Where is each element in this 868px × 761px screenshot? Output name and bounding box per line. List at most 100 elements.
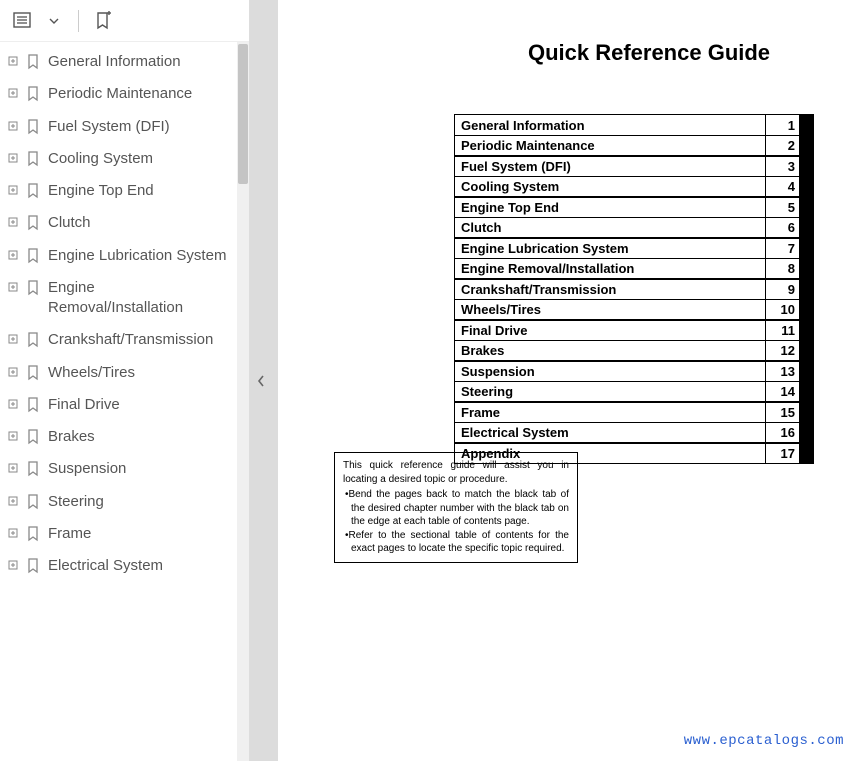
bookmark-icon [26, 248, 42, 264]
toc-row: Engine Removal/Installation8 [454, 258, 814, 280]
outline-item[interactable]: Suspension [4, 453, 249, 485]
bookmark-icon [26, 215, 42, 231]
outline-scrollbar[interactable] [237, 42, 249, 761]
outline-item-label: Fuel System (DFI) [48, 117, 231, 137]
toc-row: Suspension13 [454, 360, 814, 382]
outline-item[interactable]: Electrical System [4, 550, 249, 582]
toc-chapter-name: Wheels/Tires [455, 300, 765, 320]
collapse-left-icon[interactable] [256, 374, 266, 388]
sidebar-toolbar [0, 0, 249, 42]
expand-icon[interactable] [8, 431, 20, 441]
outline-item[interactable]: Clutch [4, 207, 249, 239]
toc-chapter-number: 9 [765, 279, 799, 299]
quick-reference-toc: General Information1Periodic Maintenance… [454, 114, 814, 464]
toc-chapter-number: 17 [765, 443, 799, 463]
toc-chapter-name: Final Drive [455, 320, 765, 340]
toc-black-tab [799, 218, 813, 238]
expand-icon[interactable] [8, 153, 20, 163]
toc-chapter-number: 14 [765, 382, 799, 402]
outline-item[interactable]: Engine Lubrication System [4, 240, 249, 272]
toc-black-tab [799, 443, 813, 463]
toc-chapter-number: 16 [765, 423, 799, 443]
outline-list: General Information Periodic Maintenance F… [0, 42, 249, 586]
expand-icon[interactable] [8, 528, 20, 538]
toc-row: General Information1 [454, 114, 814, 136]
expand-icon[interactable] [8, 367, 20, 377]
outline-item[interactable]: Cooling System [4, 143, 249, 175]
document-page: Quick Reference Guide General Informatio… [278, 0, 868, 761]
toc-chapter-number: 15 [765, 402, 799, 422]
toc-chapter-number: 8 [765, 259, 799, 279]
toc-black-tab [799, 259, 813, 279]
outline-item[interactable]: Steering [4, 486, 249, 518]
outline-item[interactable]: Periodic Maintenance [4, 78, 249, 110]
expand-icon[interactable] [8, 217, 20, 227]
toc-chapter-name: Suspension [455, 361, 765, 381]
toc-row: Engine Lubrication System7 [454, 237, 814, 259]
expand-icon[interactable] [8, 121, 20, 131]
toc-chapter-name: Engine Removal/Installation [455, 259, 765, 279]
toc-chapter-number: 1 [765, 115, 799, 135]
outline-item[interactable]: Frame [4, 518, 249, 550]
toc-row: Brakes12 [454, 340, 814, 362]
note-bullet: •Bend the pages back to match the black … [343, 488, 569, 529]
bookmarks-sidebar: General Information Periodic Maintenance F… [0, 0, 250, 761]
outline-item-label: Cooling System [48, 149, 231, 169]
bookmark-icon [26, 332, 42, 348]
outline-item-label: Final Drive [48, 395, 231, 415]
note-intro: This quick reference guide will assist y… [343, 459, 569, 486]
outline-item[interactable]: Engine Top End [4, 175, 249, 207]
outline-item[interactable]: Fuel System (DFI) [4, 111, 249, 143]
expand-icon[interactable] [8, 88, 20, 98]
toc-black-tab [799, 238, 813, 258]
bookmark-icon [26, 54, 42, 70]
toc-row: Periodic Maintenance2 [454, 135, 814, 157]
outline-item-label: Engine Top End [48, 181, 231, 201]
toc-chapter-name: Electrical System [455, 423, 765, 443]
expand-icon[interactable] [8, 250, 20, 260]
outline-item-label: Steering [48, 492, 231, 512]
toc-black-tab [799, 156, 813, 176]
expand-icon[interactable] [8, 282, 20, 292]
expand-icon[interactable] [8, 560, 20, 570]
toc-chapter-name: Fuel System (DFI) [455, 156, 765, 176]
expand-icon[interactable] [8, 399, 20, 409]
outline-item-label: General Information [48, 52, 231, 72]
pane-divider[interactable] [250, 0, 278, 761]
outline-panel: General Information Periodic Maintenance F… [0, 42, 249, 761]
outline-item-label: Engine Removal/Installation [48, 278, 231, 319]
toc-chapter-number: 2 [765, 136, 799, 156]
outline-item[interactable]: Crankshaft/Transmission [4, 324, 249, 356]
toc-chapter-name: Crankshaft/Transmission [455, 279, 765, 299]
outline-item[interactable]: Engine Removal/Installation [4, 272, 249, 325]
outline-item[interactable]: General Information [4, 46, 249, 78]
toc-chapter-name: Cooling System [455, 177, 765, 197]
expand-icon[interactable] [8, 463, 20, 473]
toc-chapter-number: 13 [765, 361, 799, 381]
outline-item[interactable]: Brakes [4, 421, 249, 453]
outline-item-label: Wheels/Tires [48, 363, 231, 383]
toc-black-tab [799, 197, 813, 217]
bookmark-icon [26, 461, 42, 477]
bookmark-icon [26, 280, 42, 296]
outline-scroll-thumb[interactable] [238, 44, 248, 184]
expand-icon[interactable] [8, 56, 20, 66]
outline-item-label: Suspension [48, 459, 231, 479]
toc-row: Engine Top End5 [454, 196, 814, 218]
expand-icon[interactable] [8, 496, 20, 506]
outline-options-button[interactable] [8, 7, 36, 35]
expand-icon[interactable] [8, 334, 20, 344]
toc-row: Cooling System4 [454, 176, 814, 198]
outline-item[interactable]: Wheels/Tires [4, 357, 249, 389]
dropdown-chevron-icon[interactable] [40, 7, 68, 35]
toc-black-tab [799, 341, 813, 361]
bookmark-add-icon [92, 10, 114, 32]
toc-chapter-number: 6 [765, 218, 799, 238]
outline-item[interactable]: Final Drive [4, 389, 249, 421]
toc-row: Crankshaft/Transmission9 [454, 278, 814, 300]
toc-black-tab [799, 136, 813, 156]
toc-chapter-name: Steering [455, 382, 765, 402]
toc-row: Fuel System (DFI)3 [454, 155, 814, 177]
add-bookmark-button[interactable] [89, 7, 117, 35]
expand-icon[interactable] [8, 185, 20, 195]
